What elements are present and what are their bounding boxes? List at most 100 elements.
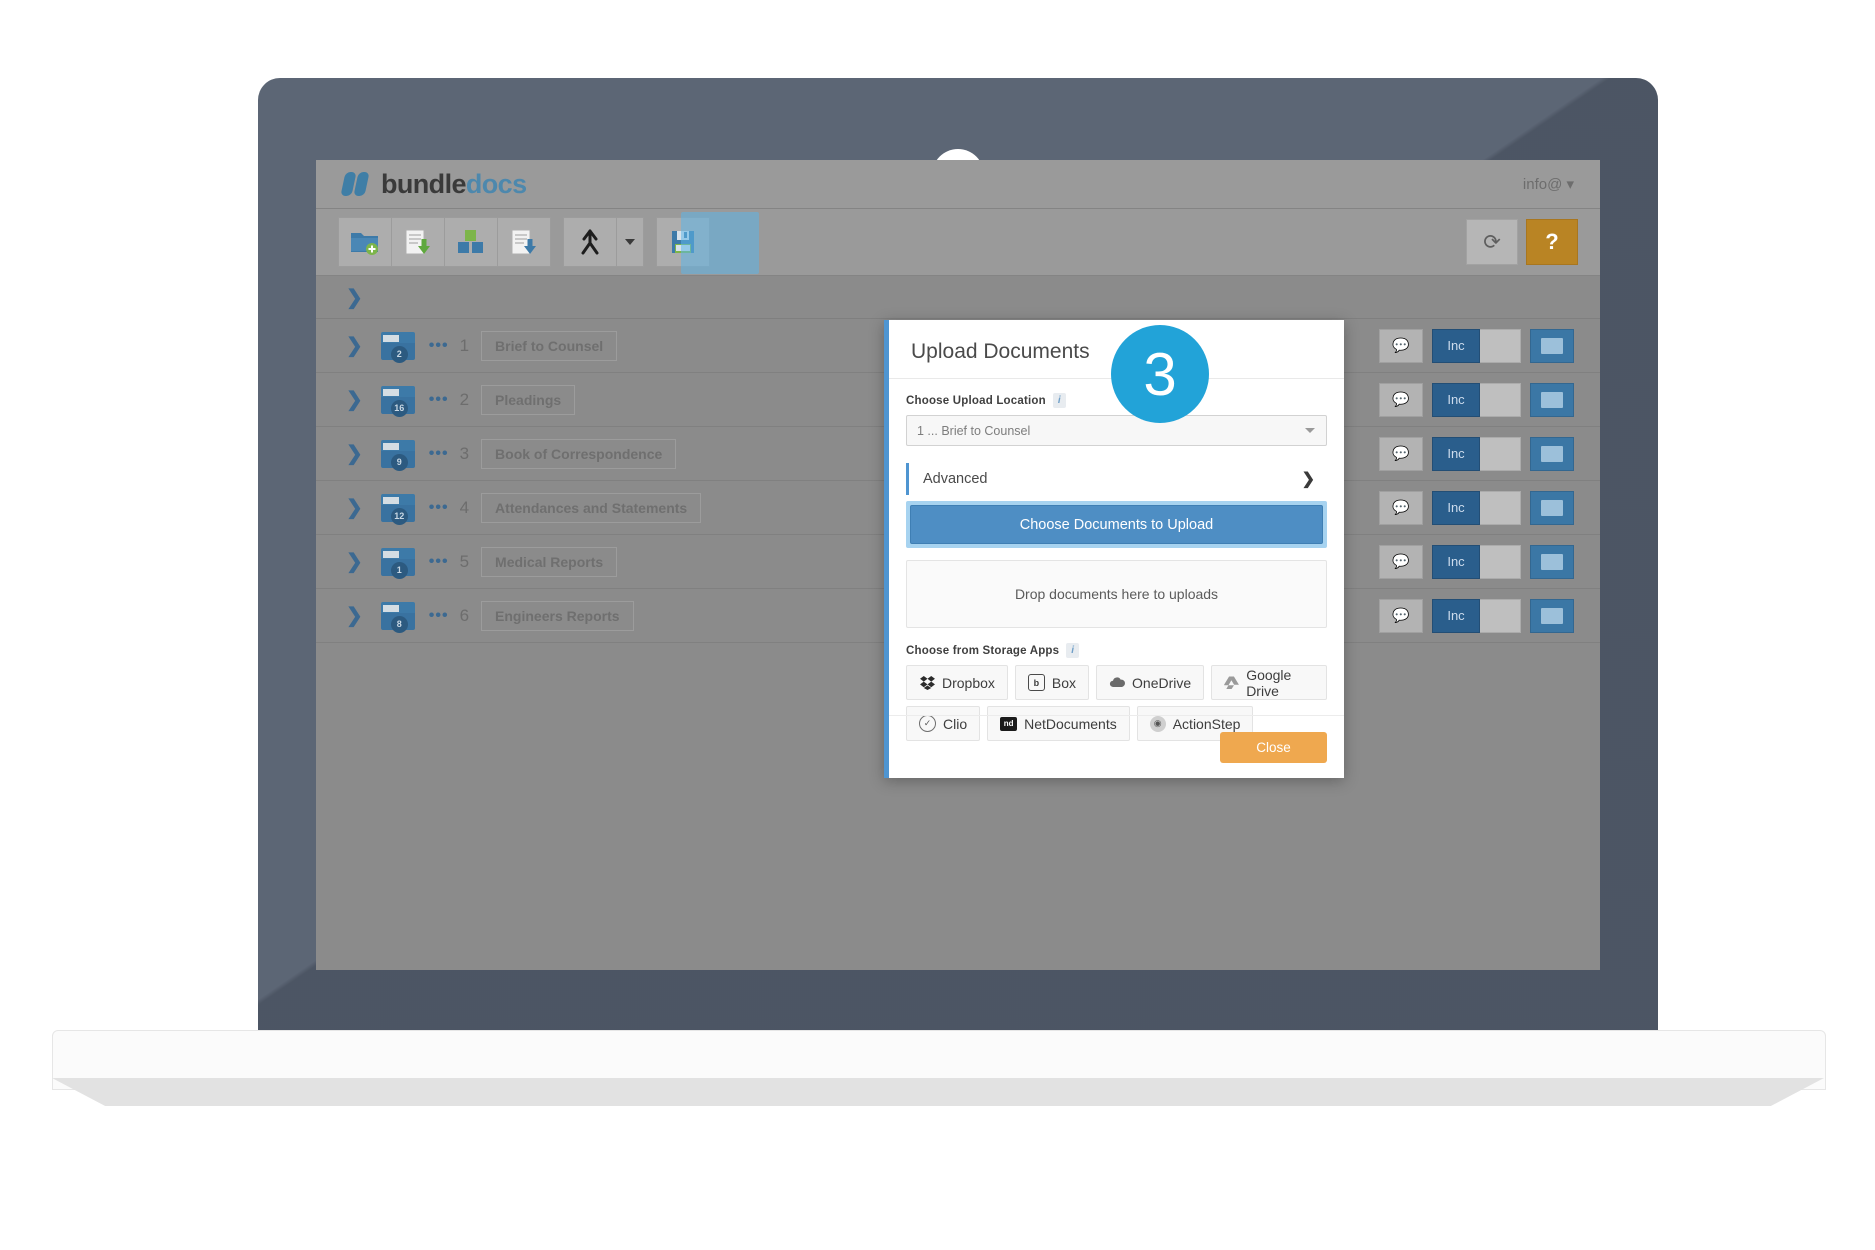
laptop-base-lip (52, 1078, 1824, 1106)
choose-documents-to-upload-button[interactable]: Choose Documents to Upload (910, 505, 1323, 544)
dropbox-button[interactable]: Dropbox (906, 665, 1008, 700)
file-dropzone[interactable]: Drop documents here to uploads (906, 560, 1327, 628)
google-drive-label: Google Drive (1246, 666, 1292, 699)
upload-location-select[interactable]: 1 ... Brief to Counsel (906, 415, 1327, 446)
advanced-label: Advanced (923, 471, 988, 487)
help-button[interactable]: ? (1526, 219, 1578, 265)
expand-folder-icon[interactable]: ❯ (346, 441, 363, 466)
expand-folder-icon[interactable]: ❯ (346, 549, 363, 574)
drag-handle-dots[interactable]: ••• (429, 337, 449, 355)
comment-icon[interactable]: 💬 (1379, 598, 1423, 633)
merge-button[interactable] (563, 217, 617, 267)
refresh-button[interactable]: ⟳ (1466, 219, 1518, 265)
user-account-menu[interactable]: info@ ▾ (1523, 175, 1574, 193)
folder-count-badge: 1 (390, 561, 408, 579)
drag-handle-dots[interactable]: ••• (429, 445, 449, 463)
blocks-icon (458, 230, 483, 253)
folder-count-badge: 16 (390, 399, 408, 417)
brand-text-part2: docs (465, 168, 527, 199)
row-actions: 💬 Inc (1379, 544, 1600, 579)
folder-count-badge: 9 (390, 453, 408, 471)
include-toggle[interactable]: Inc (1432, 490, 1521, 525)
folder-options-icon[interactable] (1530, 436, 1574, 471)
box-button[interactable]: b Box (1014, 665, 1090, 700)
folder-icon: 12 (380, 493, 415, 525)
download-documents-button[interactable] (498, 217, 551, 267)
info-icon[interactable]: i (1052, 393, 1066, 408)
advanced-section-toggle[interactable]: Advanced ❯ (906, 463, 1327, 495)
include-off[interactable] (1480, 598, 1521, 633)
folder-count-badge: 12 (390, 507, 408, 525)
dialog-body: Choose Upload Location i 1 ... Brief to … (889, 379, 1344, 741)
comment-icon[interactable]: 💬 (1379, 490, 1423, 525)
google-drive-button[interactable]: Google Drive (1211, 665, 1327, 700)
brand-text: bundledocs (381, 169, 527, 200)
folder-name[interactable]: Book of Correspondence (481, 438, 677, 469)
app-toolbar: ⟳ ? (316, 209, 1600, 276)
folder-name[interactable]: Engineers Reports (481, 600, 634, 631)
include-toggle[interactable]: Inc (1432, 544, 1521, 579)
screenshot-root: bundledocs info@ ▾ ⟳ ? ❯ ❯ 2 ••• 1 Brief… (0, 0, 1875, 1250)
onedrive-label: OneDrive (1132, 674, 1192, 691)
include-toggle[interactable]: Inc (1432, 382, 1521, 417)
drag-handle-dots[interactable]: ••• (429, 553, 449, 571)
folder-name[interactable]: Medical Reports (481, 546, 618, 577)
app-header: bundledocs info@ ▾ (316, 160, 1600, 209)
expand-all-row[interactable]: ❯ (316, 276, 1600, 319)
folder-add-icon (351, 233, 378, 255)
folder-options-icon[interactable] (1530, 490, 1574, 525)
upload-documents-button[interactable] (392, 217, 445, 267)
include-toggle[interactable]: Inc (1432, 436, 1521, 471)
include-on-label: Inc (1432, 436, 1480, 471)
add-section-button[interactable] (445, 217, 498, 267)
folder-name[interactable]: Attendances and Statements (481, 492, 702, 523)
drag-handle-dots[interactable]: ••• (429, 499, 449, 517)
chevron-down-icon (625, 239, 635, 245)
folder-icon: 8 (380, 601, 415, 633)
expand-folder-icon[interactable]: ❯ (346, 495, 363, 520)
include-toggle[interactable]: Inc (1432, 598, 1521, 633)
comment-icon[interactable]: 💬 (1379, 436, 1423, 471)
drag-handle-dots[interactable]: ••• (429, 607, 449, 625)
toolbar-group-2 (563, 217, 644, 267)
include-off[interactable] (1480, 328, 1521, 363)
include-off[interactable] (1480, 544, 1521, 579)
include-off[interactable] (1480, 490, 1521, 525)
include-off[interactable] (1480, 382, 1521, 417)
drag-handle-dots[interactable]: ••• (429, 391, 449, 409)
chevron-right-icon: ❯ (346, 286, 363, 309)
new-folder-button[interactable] (338, 217, 392, 267)
comment-icon[interactable]: 💬 (1379, 544, 1423, 579)
expand-folder-icon[interactable]: ❯ (346, 603, 363, 628)
comment-icon[interactable]: 💬 (1379, 328, 1423, 363)
storage-apps-label: Choose from Storage Apps i (906, 643, 1327, 658)
upload-location-value: 1 ... Brief to Counsel (917, 423, 1031, 438)
include-on-label: Inc (1432, 382, 1480, 417)
folder-options-icon[interactable] (1530, 382, 1574, 417)
folder-count-badge: 2 (390, 345, 408, 363)
folder-name[interactable]: Pleadings (481, 384, 576, 415)
include-off[interactable] (1480, 436, 1521, 471)
choose-documents-highlight: Choose Documents to Upload (906, 501, 1327, 548)
expand-folder-icon[interactable]: ❯ (346, 387, 363, 412)
brand-logo: bundledocs (340, 169, 527, 200)
close-button[interactable]: Close (1220, 731, 1327, 763)
folder-options-icon[interactable] (1530, 328, 1574, 363)
folder-number: 6 (459, 605, 470, 625)
toolbar-group-1 (338, 217, 551, 267)
folder-icon: 2 (380, 331, 415, 363)
folder-options-icon[interactable] (1530, 544, 1574, 579)
chevron-right-icon: ❯ (1301, 471, 1315, 488)
merge-dropdown-button[interactable] (617, 217, 644, 267)
include-toggle[interactable]: Inc (1432, 328, 1521, 363)
include-on-label: Inc (1432, 490, 1480, 525)
folder-name[interactable]: Brief to Counsel (481, 330, 618, 361)
dropbox-icon (919, 675, 935, 691)
expand-folder-icon[interactable]: ❯ (346, 333, 363, 358)
info-icon[interactable]: i (1066, 643, 1080, 658)
merge-arrows-icon (581, 229, 599, 255)
onedrive-button[interactable]: OneDrive (1096, 665, 1205, 700)
folder-icon: 16 (380, 385, 415, 417)
folder-options-icon[interactable] (1530, 598, 1574, 633)
comment-icon[interactable]: 💬 (1379, 382, 1423, 417)
